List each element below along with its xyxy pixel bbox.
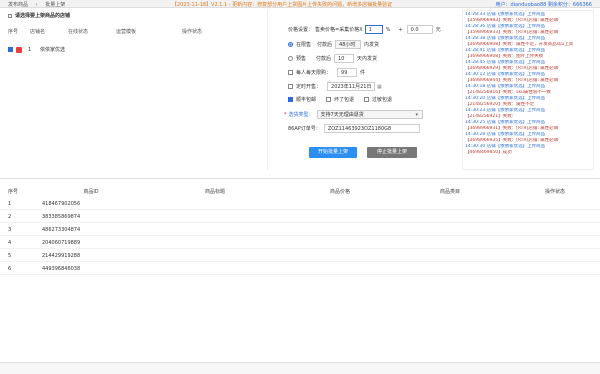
yuan-unit: 元 (435, 27, 441, 33)
row-index: 2 (8, 213, 12, 220)
order-label: 86AP订单号： (288, 126, 321, 132)
ship-radio-label: 在限售 (296, 42, 312, 48)
limit-row: 每人每天限购： 99 件 (288, 68, 365, 77)
ship-suffix: 内发货 (364, 42, 380, 48)
price-setting-row: 价格设置： 售卖价格=采集价格X 1 % + 0.0 元 (288, 25, 441, 34)
row-product-id: 449396846038 (42, 265, 81, 272)
limit-unit: 件 (360, 70, 366, 76)
column-online: 在线状态 (68, 29, 89, 35)
col-index: 序号 (8, 188, 19, 195)
row-product-id: 204060719889 (42, 239, 81, 246)
col-product-id: 商品ID (83, 188, 99, 195)
price-label: 价格设置： (288, 27, 314, 33)
option-checkbox-3[interactable] (364, 97, 370, 102)
timed-date-input[interactable]: 2023年11月21日 (327, 82, 376, 91)
timed-checkbox[interactable] (288, 84, 293, 89)
breadcrumb: 发布商品 › 批量上架 (8, 1, 71, 8)
col-product-title: 商品标题 (204, 188, 225, 195)
footer-bar (0, 362, 600, 374)
order-row: 86AP订单号： ZOZ11463923OZ1180G8 (288, 124, 420, 133)
presale-radio-label: 预售 (296, 56, 307, 62)
breadcrumb-item-publish[interactable]: 发布商品 (8, 2, 28, 8)
option-label-1: 顺丰包邮 (296, 97, 317, 103)
section-divider (0, 178, 600, 179)
timed-row: 定时开售： 2023年11月21日 ▦ (288, 82, 382, 91)
start-batch-button[interactable]: 开始批量上架 (309, 147, 357, 158)
column-template: 运营模板 (116, 29, 137, 35)
table-row[interactable]: 1 418467902056 (0, 198, 600, 210)
shipping-row: * 选货类型： 支持7天无理由退货 ▾ (284, 110, 423, 119)
product-table-header: 序号 商品ID 商品标题 商品价格 商品类目 操作状态 (0, 186, 600, 196)
row-index: 4 (8, 239, 12, 246)
order-input[interactable]: ZOZ11463923OZ1180G8 (323, 124, 420, 133)
limit-input[interactable]: 99 (337, 68, 358, 77)
presale-unit-label: 付款后 (316, 56, 332, 62)
presale-radio-row[interactable]: 预售 付款后 10 天内发货 (288, 54, 377, 63)
store-index: 1 (28, 46, 32, 53)
user-info[interactable]: 用户：dianduobao88 剩余积分：666366 (495, 1, 592, 8)
row-product-id: 383385869874 (42, 213, 81, 220)
store-logo-icon (16, 46, 22, 53)
row-product-id: 214429919288 (42, 252, 81, 259)
ship-radio[interactable] (288, 42, 293, 47)
price-formula: 售卖价格=采集价格X (315, 27, 363, 33)
row-product-id: 486273304874 (42, 226, 81, 233)
breadcrumb-separator: › (35, 2, 38, 8)
ship-time-select[interactable]: 48小时 (335, 40, 362, 49)
breadcrumb-item-batch[interactable]: 批量上架 (45, 2, 65, 8)
log-line: 【4698469850】成功 (465, 150, 512, 155)
presale-suffix: 天内发货 (357, 56, 378, 62)
store-table-header: 序号 店铺名 在线状态 运营模板 操作状态 (8, 28, 264, 35)
option-checkbox-1[interactable] (288, 97, 293, 102)
row-index: 1 (8, 200, 12, 207)
required-mark: * (284, 111, 287, 118)
table-row[interactable]: 3 486273304874 (0, 224, 600, 236)
option-label-3: 过敏包退 (372, 97, 393, 103)
collapse-icon[interactable] (8, 13, 12, 18)
multiplier-input[interactable]: 1 (364, 25, 383, 34)
store-checkbox[interactable] (8, 47, 13, 52)
presale-radio[interactable] (288, 56, 293, 61)
column-op-status: 操作状态 (182, 29, 203, 35)
presale-days-input[interactable]: 10 (334, 54, 355, 63)
row-product-id: 418467902056 (42, 200, 81, 207)
title-bar: 发布商品 › 批量上架 【2023-11-18】V2.1.1 - 更新内容：修复… (0, 0, 600, 8)
ship-radio-row[interactable]: 在限售 付款后 48小时 内发货 (288, 40, 379, 49)
column-store-name: 店铺名 (30, 29, 46, 35)
col-product-category: 商品类目 (439, 188, 460, 195)
row-index: 3 (8, 226, 12, 233)
options-row: 顺丰包邮 坏了包退 过敏包退 (288, 96, 392, 103)
store-row[interactable]: 1 依依家优选 (8, 46, 264, 53)
option-label-2: 坏了包退 (334, 97, 355, 103)
log-panel[interactable]: 14:28:33 店铺【依依家优选】上传商品 【3598966983】失败：[RT… (462, 10, 594, 170)
store-name: 依依家优选 (40, 47, 66, 53)
option-checkbox-2[interactable] (326, 97, 332, 102)
store-section-title: 请选择要上架商品的店铺 (8, 12, 70, 19)
add-value-input[interactable]: 0.0 (406, 25, 433, 34)
calendar-icon[interactable]: ▦ (377, 84, 382, 90)
table-row[interactable]: 5 214429919288 (0, 250, 600, 262)
table-row[interactable]: 6 449396846038 (0, 263, 600, 275)
col-op-status: 操作状态 (544, 188, 565, 195)
update-notice: 【2023-11-18】V2.1.1 - 更新内容：修复部分用户上货图片上传失败… (172, 2, 393, 8)
stop-batch-button[interactable]: 停止批量上架 (367, 147, 417, 158)
shipping-select[interactable]: 支持7天无理由退货 (316, 110, 423, 119)
table-row[interactable]: 2 383385869874 (0, 211, 600, 223)
plus-sign: + (398, 26, 403, 33)
col-product-price: 商品价格 (329, 188, 350, 195)
limit-checkbox[interactable] (288, 70, 293, 75)
row-index: 5 (8, 252, 12, 259)
chevron-down-icon[interactable]: ▾ (416, 112, 419, 118)
column-index: 序号 (8, 29, 19, 35)
limit-label: 每人每天限购： (296, 70, 332, 76)
shipping-label: 选货类型： (288, 112, 314, 118)
table-row[interactable]: 4 204060719889 (0, 237, 600, 249)
timed-label: 定时开售： (296, 84, 322, 90)
percent-sign: % (385, 26, 391, 33)
row-index: 6 (8, 265, 12, 272)
ship-unit-label: 付款后 (317, 42, 333, 48)
